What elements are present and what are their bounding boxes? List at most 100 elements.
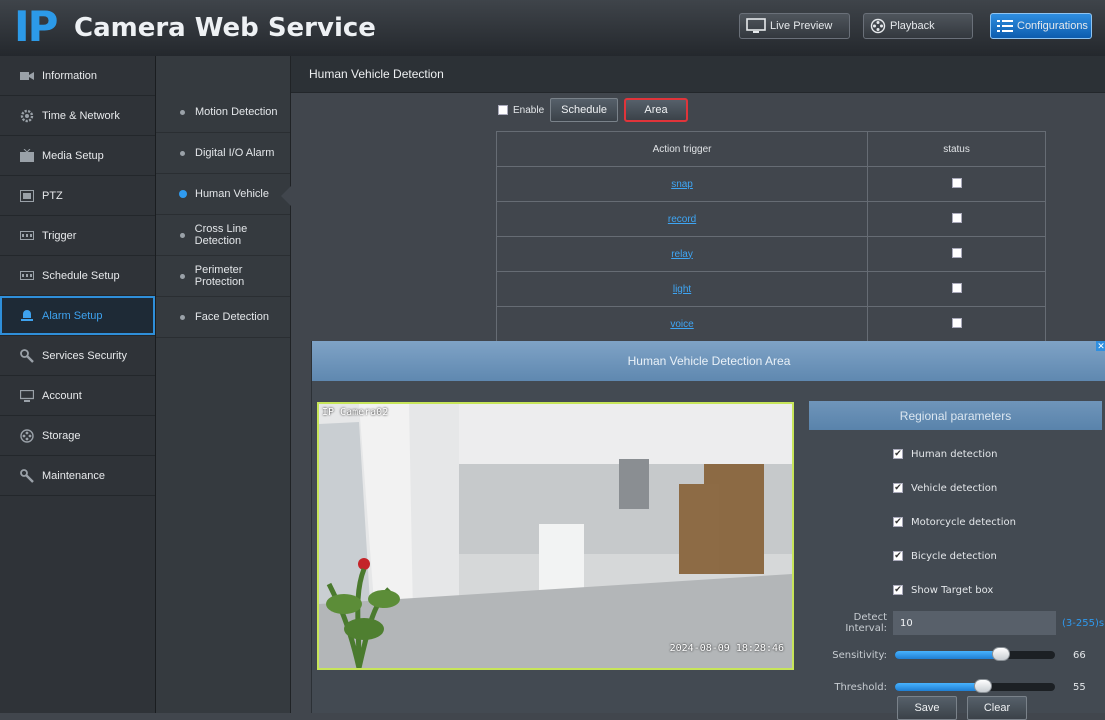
regional-parameters-panel: Regional parameters ✔ Human detection ✔ …: [809, 401, 1105, 703]
show-target-box-checkbox[interactable]: ✔: [893, 585, 903, 595]
human-detection-checkbox[interactable]: ✔: [893, 449, 903, 459]
schedule-button[interactable]: Schedule: [550, 98, 619, 122]
bicycle-detection-checkbox[interactable]: ✔: [893, 551, 903, 561]
sensitivity-slider[interactable]: [895, 647, 1055, 661]
regional-parameters-title: Regional parameters: [809, 401, 1102, 430]
enable-checkbox[interactable]: [498, 105, 508, 115]
list-icon: [997, 19, 1013, 33]
sidebar-item-services-security[interactable]: Services Security: [0, 336, 155, 376]
clear-button[interactable]: Clear: [967, 696, 1027, 720]
show-target-box-label: Show Target box: [911, 584, 994, 596]
vehicle-detection-checkbox[interactable]: ✔: [893, 483, 903, 493]
bullet-icon: [180, 314, 185, 320]
subnav-item-label: Cross Line Detection: [194, 223, 248, 247]
detection-area-dialog: Human Vehicle Detection Area ✕ IP Camera…: [311, 341, 1105, 720]
subnav-item-perimeter-protection[interactable]: Perimeter Protection: [156, 256, 290, 297]
show-target-box-row: ✔ Show Target box: [809, 573, 1105, 607]
threshold-slider-handle[interactable]: [974, 679, 992, 693]
sidebar-item-label: Storage: [42, 429, 81, 442]
status-checkbox[interactable]: [951, 247, 962, 258]
sensitivity-slider-handle[interactable]: [991, 647, 1010, 661]
top-header: IP Camera Web Service Live Preview Playb…: [0, 0, 1105, 57]
area-button[interactable]: Area: [624, 98, 689, 122]
tv-icon: [20, 149, 34, 163]
video-preview[interactable]: IP Camera02 2024-08-09 18:28:46: [317, 402, 794, 670]
subnav-item-cross-line-detection[interactable]: Cross Line Detection: [156, 215, 290, 256]
live-preview-button[interactable]: Live Preview: [739, 13, 850, 39]
table-row: light: [495, 271, 1046, 307]
app-title: Camera Web Service: [74, 13, 376, 43]
subnav-item-label: Human Vehicle: [195, 188, 269, 200]
wrench-icon: [20, 468, 34, 483]
monitor-icon: [20, 389, 34, 403]
action-link-relay[interactable]: relay: [671, 249, 693, 260]
info-icon: [20, 69, 34, 83]
save-button[interactable]: Save: [897, 696, 957, 720]
sidebar-item-account[interactable]: Account: [0, 376, 155, 416]
sidebar-item-time-network[interactable]: Time & Network: [0, 96, 155, 136]
sidebar-item-schedule-setup[interactable]: Schedule Setup: [0, 256, 155, 296]
subnav-item-motion-detection[interactable]: Motion Detection: [156, 92, 290, 133]
subnav-item-face-detection[interactable]: Face Detection: [156, 297, 290, 338]
sidebar-item-label: Account: [42, 389, 82, 402]
alarm-icon: [20, 309, 34, 323]
vehicle-detection-label: Vehicle detection: [911, 482, 998, 494]
sidebar-item-label: Information: [42, 69, 98, 82]
trigger-icon: [20, 229, 34, 243]
sidebar-item-ptz[interactable]: PTZ: [0, 176, 155, 216]
sidebar-item-media-setup[interactable]: Media Setup: [0, 136, 155, 176]
sidebar-item-label: PTZ: [42, 189, 63, 202]
gear-icon: [20, 109, 34, 123]
action-trigger-table: Action trigger status snap record relay …: [495, 131, 1046, 342]
action-link-light[interactable]: light: [673, 284, 691, 295]
bullet-icon: [179, 190, 187, 198]
storage-icon: [20, 428, 34, 443]
bullet-icon: [180, 232, 185, 238]
human-detection-label: Human detection: [911, 448, 998, 460]
configurations-button[interactable]: Configurations: [990, 13, 1092, 39]
threshold-label: Threshold:: [834, 681, 887, 693]
sidebar-item-label: Alarm Setup: [42, 309, 103, 322]
table-row: record: [495, 201, 1046, 237]
playback-button[interactable]: Playback: [863, 13, 973, 39]
status-checkbox[interactable]: [951, 317, 962, 328]
sensitivity-row: Sensitivity: 66: [809, 639, 1105, 671]
osd-camera-name: IP Camera02: [322, 407, 389, 418]
dialog-buttons: Save Clear: [897, 696, 1027, 720]
detect-interval-input[interactable]: [893, 611, 1056, 635]
table-row: relay: [495, 236, 1046, 272]
threshold-value: 55: [1073, 681, 1086, 693]
column-header-status: status: [867, 131, 1046, 167]
ptz-icon: [20, 189, 34, 203]
sidebar-item-maintenance[interactable]: Maintenance: [0, 456, 155, 496]
motorcycle-detection-label: Motorcycle detection: [911, 516, 1016, 528]
alarm-subnav: Motion Detection Digital I/O Alarm Human…: [156, 56, 291, 713]
camera-scene-image: [319, 404, 792, 668]
sensitivity-value: 66: [1073, 649, 1086, 661]
sidebar-item-trigger[interactable]: Trigger: [0, 216, 155, 256]
subnav-item-label: Digital I/O Alarm: [195, 147, 275, 159]
action-link-record[interactable]: record: [668, 214, 696, 225]
status-checkbox[interactable]: [951, 177, 962, 188]
sensitivity-label: Sensitivity:: [832, 649, 887, 661]
action-link-snap[interactable]: snap: [671, 179, 693, 190]
subnav-item-digital-io-alarm[interactable]: Digital I/O Alarm: [156, 133, 290, 174]
sidebar-item-information[interactable]: Information: [0, 56, 155, 96]
threshold-slider[interactable]: [895, 679, 1055, 693]
motorcycle-detection-checkbox[interactable]: ✔: [893, 517, 903, 527]
sidebar-item-alarm-setup[interactable]: Alarm Setup: [0, 296, 155, 336]
status-checkbox[interactable]: [951, 282, 962, 293]
detect-interval-range: (3-255)s: [1062, 617, 1105, 629]
shield-icon: [20, 348, 34, 363]
dialog-title: Human Vehicle Detection Area: [312, 341, 1105, 381]
sidebar: Information Time & Network Media Setup P…: [0, 56, 156, 713]
sidebar-item-label: Schedule Setup: [42, 269, 120, 282]
human-detection-row: ✔ Human detection: [809, 437, 1105, 471]
subnav-item-human-vehicle[interactable]: Human Vehicle: [156, 174, 291, 215]
close-icon[interactable]: ✕: [1096, 341, 1105, 351]
action-link-voice[interactable]: voice: [670, 319, 693, 330]
page-title: Human Vehicle Detection: [291, 56, 1105, 93]
sidebar-item-storage[interactable]: Storage: [0, 416, 155, 456]
table-row: snap: [495, 166, 1046, 202]
status-checkbox[interactable]: [951, 212, 962, 223]
